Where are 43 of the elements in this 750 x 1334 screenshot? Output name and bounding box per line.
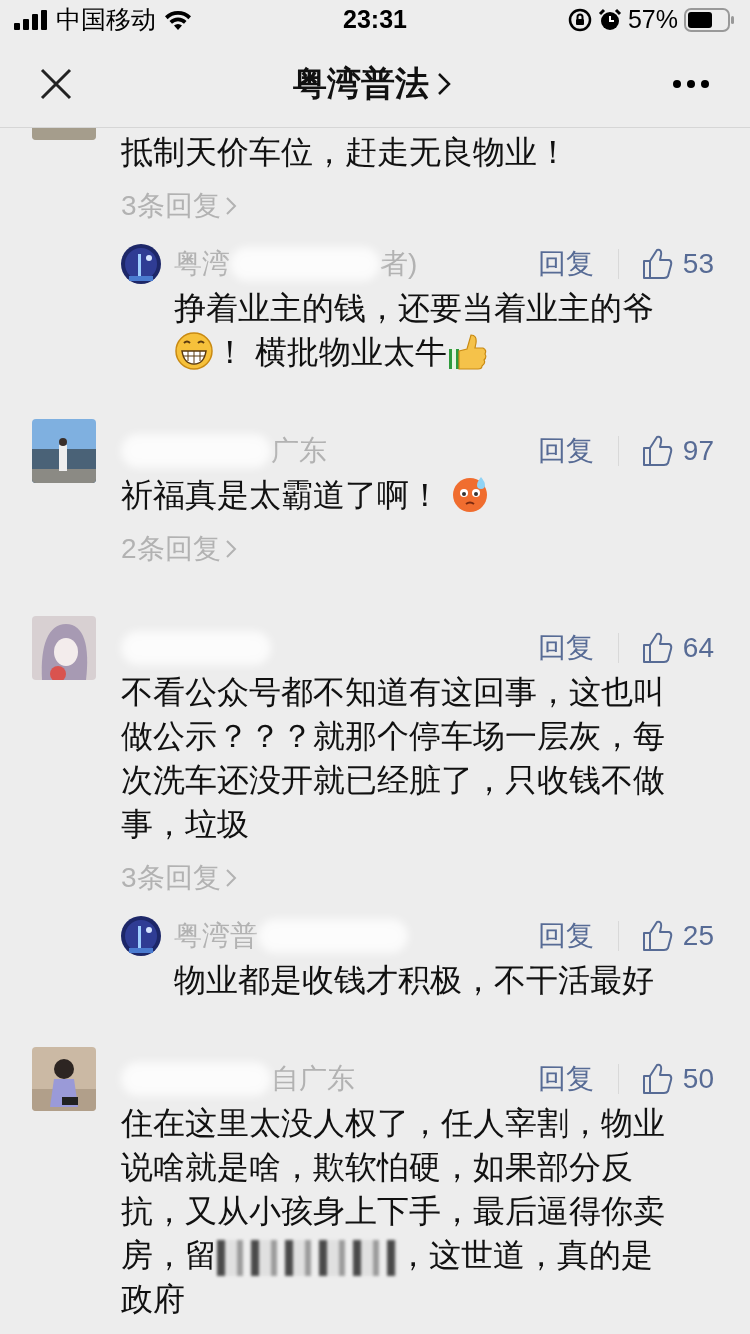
comment-text: 不看公众号都不知道有这回事，这也叫做公示？？？就那个停车场一层灰，每次洗车还没开就已经脏了，只收钱不做事，垃圾 xyxy=(121,673,666,844)
thumbs-up-icon xyxy=(640,919,673,953)
chevron-right-icon xyxy=(224,868,237,888)
comment-text: 住在这里太没人权了，任人宰割，物业说啥就是啥，欺软怕硬，如果部分反抗，又从小孩身上下手，最后逼得你卖房，留 ，这世道，真的是政府 xyxy=(121,1104,666,1319)
comment-text: 祈福真是太霸道了啊！ xyxy=(121,473,681,517)
like-button[interactable]: 97 xyxy=(618,430,714,472)
alarm-icon xyxy=(597,8,622,32)
user-name: 广东 xyxy=(271,434,327,468)
reply-button[interactable]: 回复 xyxy=(537,1064,619,1094)
more-icon[interactable] xyxy=(672,78,710,89)
thumbs-up-icon xyxy=(640,1062,673,1096)
close-icon[interactable] xyxy=(40,67,72,100)
chevron-right-icon xyxy=(224,539,237,559)
emoji-icon xyxy=(446,331,487,371)
user-name: 者) xyxy=(380,247,418,281)
reply-button[interactable]: 回复 xyxy=(537,633,619,663)
rotation-lock-icon xyxy=(567,8,592,32)
user-name: 粤湾普 xyxy=(174,919,258,953)
signal-icon xyxy=(14,10,48,30)
user-name: 粤湾 xyxy=(174,247,230,281)
comment-text: 挣着业主的钱，还要当着业主的爷 ！ 横批物业太牛 xyxy=(174,289,655,373)
thumbs-up-icon xyxy=(640,434,673,468)
like-button[interactable]: 53 xyxy=(618,243,714,285)
chevron-right-icon xyxy=(224,196,237,216)
reply-button[interactable]: 回复 xyxy=(537,436,619,466)
reply-button[interactable]: 回复 xyxy=(537,249,619,279)
account-title-link[interactable]: 粤湾普法 xyxy=(293,58,451,109)
carrier-name: 中国移动 xyxy=(56,4,156,36)
user-name: 自广东 xyxy=(271,1062,355,1096)
like-button[interactable]: 50 xyxy=(618,1058,714,1100)
thumbs-up-icon xyxy=(640,631,673,665)
like-button[interactable]: 25 xyxy=(618,915,714,957)
battery-icon xyxy=(684,8,736,32)
emoji-icon xyxy=(174,331,214,371)
reply-button[interactable]: 回复 xyxy=(537,921,619,951)
chevron-right-icon xyxy=(437,71,451,96)
wifi-icon xyxy=(164,10,192,30)
battery-percent: 57% xyxy=(627,4,678,36)
clock-time: 23:31 xyxy=(343,5,407,34)
comment-text: 抵制天价车位，赶走无良物业！ xyxy=(121,133,570,172)
thumbs-up-icon xyxy=(640,247,673,281)
comment-text: 物业都是收钱才积极，不干活最好 xyxy=(174,961,655,1000)
like-button[interactable]: 64 xyxy=(618,627,714,669)
